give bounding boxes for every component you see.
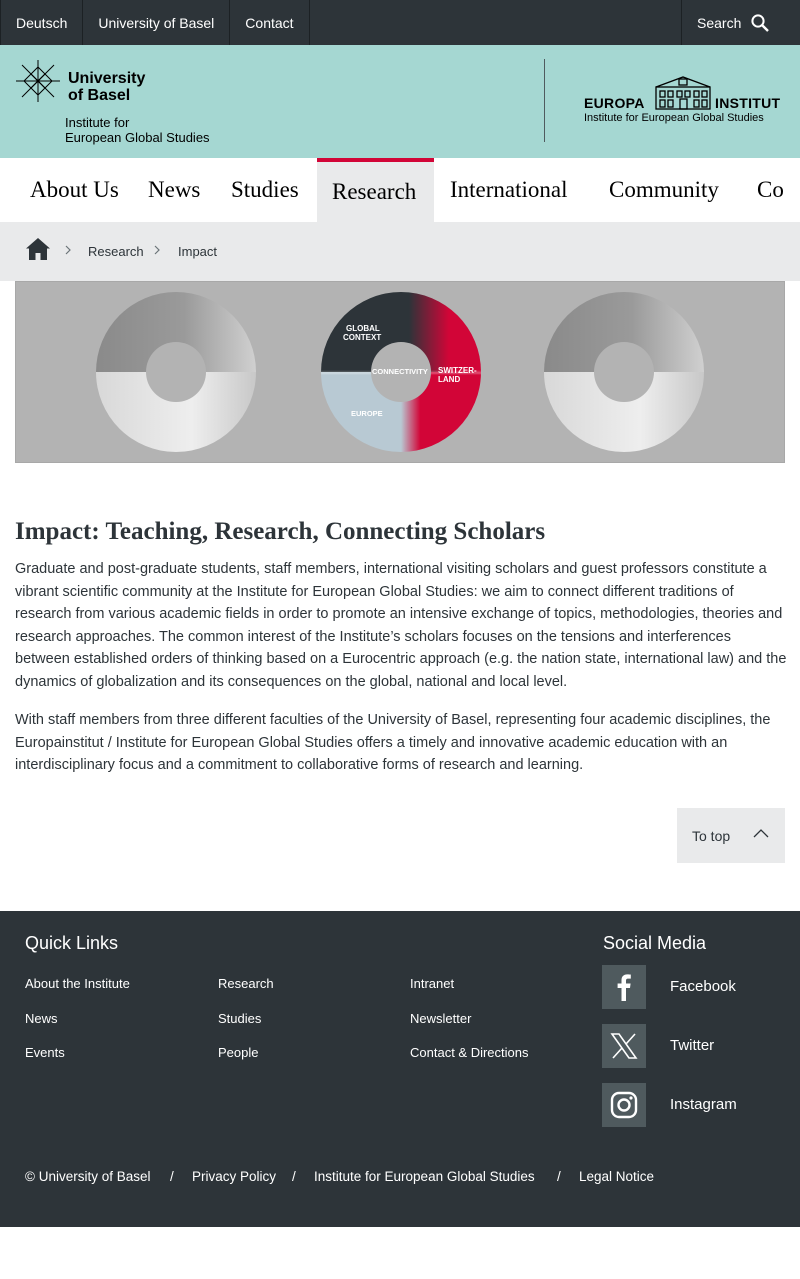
instagram-label[interactable]: Instagram — [670, 1096, 737, 1113]
center-ring: GLOBAL CONTEXT CONNECTIVITY SWITZER- LAN… — [321, 292, 481, 452]
footer-link-studies[interactable]: Studies — [218, 1011, 261, 1026]
home-icon[interactable] — [26, 238, 50, 260]
institut-word: INSTITUT — [715, 95, 781, 111]
privacy-policy-link[interactable]: Privacy Policy — [192, 1169, 276, 1184]
article-paragraph-1: Graduate and post-graduate students, sta… — [15, 561, 787, 690]
utility-bar: Deutsch University of Basel Contact Sear… — [0, 0, 800, 45]
nav-item-international[interactable]: International — [450, 158, 568, 222]
legal-separator: / — [170, 1169, 174, 1184]
university-logo-icon[interactable] — [15, 59, 61, 103]
legal-notice-link[interactable]: Legal Notice — [579, 1169, 654, 1184]
breadcrumb-research[interactable]: Research — [88, 244, 144, 259]
nav-item-contact[interactable]: Co — [757, 158, 784, 222]
nav-item-community[interactable]: Community — [609, 158, 719, 222]
footer-link-events[interactable]: Events — [25, 1045, 65, 1060]
university-name-line1: University — [68, 70, 146, 87]
site-header: University of Basel Institute for Europe… — [0, 45, 800, 158]
europa-subtitle: Institute for European Global Studies — [584, 112, 764, 124]
page-title: Impact: Teaching, Research, Connecting S… — [15, 518, 546, 545]
europainstitut-logo[interactable]: EUROPA INSTITUT Institute for European G… — [584, 75, 789, 125]
twitter-label[interactable]: Twitter — [670, 1037, 714, 1054]
legal-separator: / — [557, 1169, 561, 1184]
copyright-link[interactable]: © University of Basel — [25, 1169, 151, 1184]
facebook-button[interactable] — [602, 965, 646, 1009]
footer-link-research[interactable]: Research — [218, 976, 274, 991]
social-media-title: Social Media — [603, 933, 707, 953]
university-name-line2: of Basel — [68, 87, 131, 104]
to-top-label: To top — [692, 827, 731, 844]
footer-link-contact-directions[interactable]: Contact & Directions — [410, 1045, 529, 1060]
header-divider — [544, 59, 545, 142]
label-switzerland-2: LAND — [438, 375, 460, 384]
footer-link-people[interactable]: People — [218, 1045, 258, 1060]
main-navigation: About Us News Studies Research Internati… — [0, 158, 800, 222]
nav-item-about-us[interactable]: About Us — [30, 158, 119, 222]
nav-item-research[interactable]: Research — [317, 158, 434, 222]
footer-link-intranet[interactable]: Intranet — [410, 976, 454, 991]
instagram-icon — [610, 1091, 638, 1119]
twitter-button[interactable] — [602, 1024, 646, 1068]
legal-separator: / — [292, 1169, 296, 1184]
label-europe: EUROPE — [351, 409, 383, 418]
chevron-right-icon — [65, 245, 71, 255]
europa-word: EUROPA — [584, 95, 645, 111]
site-footer: Quick Links About the Institute News Eve… — [0, 911, 800, 1227]
facebook-label[interactable]: Facebook — [670, 978, 736, 995]
search-label: Search — [697, 14, 742, 31]
university-link[interactable]: University of Basel — [83, 0, 231, 45]
nav-item-news[interactable]: News — [148, 158, 200, 222]
left-ring — [96, 292, 256, 452]
institute-name-line2: European Global Studies — [65, 130, 210, 145]
quick-links-title: Quick Links — [25, 933, 119, 953]
x-twitter-icon — [610, 1033, 638, 1059]
chevron-up-icon — [753, 829, 769, 838]
chevron-right-icon — [154, 245, 160, 255]
building-icon — [655, 76, 711, 110]
institute-name-line1: Institute for — [65, 115, 130, 130]
language-link[interactable]: Deutsch — [0, 0, 84, 45]
footer-link-about[interactable]: About the Institute — [25, 976, 130, 991]
label-global-context-2: CONTEXT — [343, 333, 381, 342]
hero-graphic: GLOBAL CONTEXT CONNECTIVITY SWITZER- LAN… — [15, 281, 785, 463]
hero-rings-graphic: GLOBAL CONTEXT CONNECTIVITY SWITZER- LAN… — [96, 292, 704, 452]
breadcrumb: Research Impact — [0, 222, 800, 281]
article-paragraph-2: With staff members from three different … — [15, 712, 771, 773]
to-top-button[interactable]: To top — [677, 808, 785, 863]
university-name[interactable]: University of Basel — [68, 70, 145, 104]
footer-link-newsletter[interactable]: Newsletter — [410, 1011, 471, 1026]
search-button[interactable]: Search — [681, 0, 800, 45]
label-switzerland-1: SWITZER- — [438, 366, 477, 375]
right-ring — [544, 292, 704, 452]
institute-link[interactable]: Institute for European Global Studies — [314, 1169, 535, 1184]
label-global-context-1: GLOBAL — [346, 324, 380, 333]
contact-link[interactable]: Contact — [230, 0, 310, 45]
search-icon — [751, 13, 770, 32]
facebook-icon — [617, 974, 631, 1001]
institute-name[interactable]: Institute for European Global Studies — [65, 115, 210, 145]
breadcrumb-impact: Impact — [178, 244, 218, 259]
nav-item-studies[interactable]: Studies — [231, 158, 299, 222]
footer-link-news[interactable]: News — [25, 1011, 58, 1026]
instagram-button[interactable] — [602, 1083, 646, 1127]
label-connectivity: CONNECTIVITY — [372, 367, 428, 376]
